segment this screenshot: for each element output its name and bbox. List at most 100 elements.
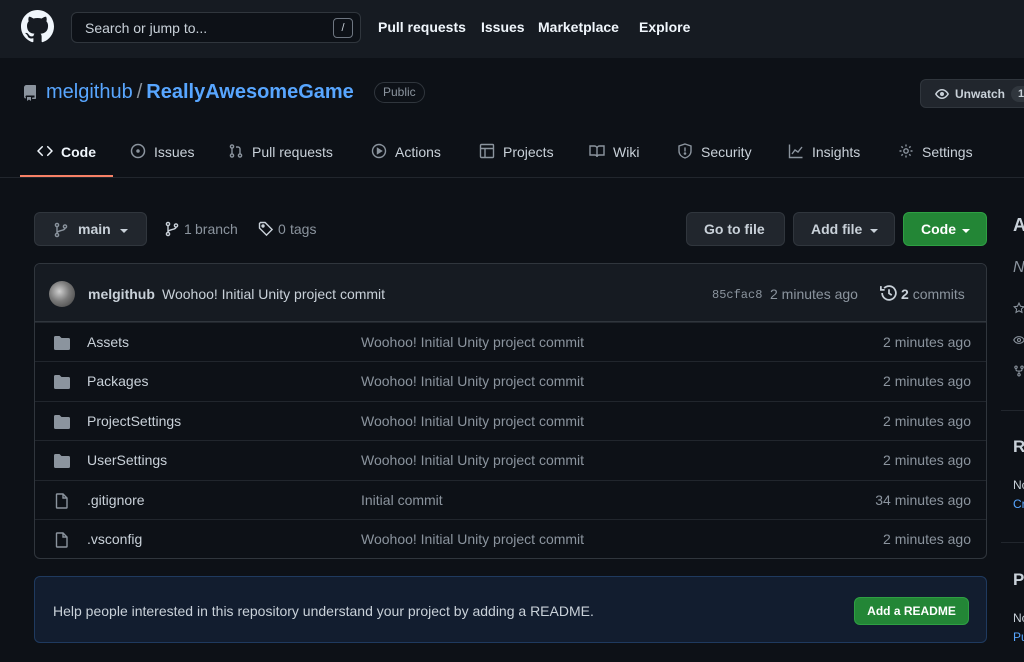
- add-readme-button[interactable]: Add a README: [854, 597, 969, 625]
- sidebar-divider: [1001, 542, 1024, 543]
- code-chevron-icon: [962, 229, 970, 233]
- tab-pull-requests-label: Pull requests: [252, 144, 333, 160]
- file-commit-time: 2 minutes ago: [883, 373, 971, 389]
- file-commit-time: 34 minutes ago: [875, 492, 971, 508]
- sidebar-divider: [1001, 410, 1024, 411]
- book-icon: [589, 145, 605, 158]
- repo-icon: [23, 85, 36, 101]
- search-shortcut-key: /: [333, 18, 353, 38]
- fork-icon: [1014, 365, 1024, 377]
- packages-heading: Pa: [1013, 570, 1024, 589]
- eye-icon: [935, 89, 949, 99]
- create-release-link[interactable]: Cr: [1013, 497, 1024, 511]
- file-name[interactable]: .vsconfig: [87, 531, 142, 547]
- tab-projects-label: Projects: [503, 144, 554, 160]
- commit-count: 2: [901, 286, 909, 302]
- latest-commit-bar: melgithub Woohoo! Initial Unity project …: [35, 264, 986, 322]
- repo-header: [0, 58, 1024, 178]
- file-commit-message[interactable]: Woohoo! Initial Unity project commit: [361, 531, 584, 547]
- tab-security-label: Security: [701, 144, 752, 160]
- tab-actions-label: Actions: [395, 144, 441, 160]
- branch-count: 1: [184, 221, 192, 237]
- file-name[interactable]: Packages: [87, 373, 148, 389]
- commit-author[interactable]: melgithub: [88, 286, 155, 302]
- play-icon: [371, 143, 387, 159]
- file-commit-time: 2 minutes ago: [883, 452, 971, 468]
- repo-title: melgithub / ReallyAwesomeGame: [46, 81, 354, 104]
- folder-icon: [54, 415, 70, 429]
- tab-settings-label: Settings: [922, 144, 973, 160]
- shield-icon: [678, 143, 692, 159]
- code-icon: [37, 145, 53, 157]
- code-button[interactable]: Code: [903, 212, 987, 246]
- file-name[interactable]: UserSettings: [87, 452, 167, 468]
- table-icon: [479, 143, 495, 159]
- nav-marketplace[interactable]: Marketplace: [538, 19, 619, 35]
- file-commit-message[interactable]: Woohoo! Initial Unity project commit: [361, 334, 584, 350]
- nav-pull-requests[interactable]: Pull requests: [378, 19, 466, 35]
- visibility-badge: Public: [374, 82, 425, 103]
- file-commit-message[interactable]: Woohoo! Initial Unity project commit: [361, 373, 584, 389]
- add-file-label: Add file: [811, 221, 863, 237]
- folder-icon: [54, 375, 70, 389]
- table-row[interactable]: .vsconfig Woohoo! Initial Unity project …: [35, 519, 986, 558]
- file-commit-time: 2 minutes ago: [883, 531, 971, 547]
- branch-count-icon: [165, 221, 179, 237]
- commit-message[interactable]: Woohoo! Initial Unity project commit: [162, 286, 385, 302]
- nav-explore[interactable]: Explore: [639, 19, 690, 35]
- tag-icon: [258, 221, 274, 237]
- graph-icon: [788, 144, 803, 159]
- packages-text: Nc: [1013, 611, 1024, 625]
- go-to-file-button[interactable]: Go to file: [686, 212, 785, 246]
- chevron-down-icon: [120, 229, 128, 233]
- issue-icon: [130, 143, 146, 159]
- table-row[interactable]: Packages Woohoo! Initial Unity project c…: [35, 361, 986, 400]
- history-icon[interactable]: [879, 283, 899, 303]
- go-to-file-label: Go to file: [704, 221, 765, 237]
- folder-icon: [54, 454, 70, 468]
- repo-name-link[interactable]: ReallyAwesomeGame: [146, 81, 354, 103]
- commits-link[interactable]: 2 commits: [901, 286, 965, 302]
- commit-time: 2 minutes ago: [770, 286, 858, 302]
- eye-icon: [1013, 336, 1024, 344]
- pull-request-icon: [229, 144, 243, 158]
- file-commit-message[interactable]: Initial commit: [361, 492, 443, 508]
- branch-word: branch: [195, 221, 238, 237]
- file-commit-message[interactable]: Woohoo! Initial Unity project commit: [361, 413, 584, 429]
- commit-word: commits: [912, 286, 965, 302]
- tab-insights-label: Insights: [812, 144, 861, 160]
- tab-code-label: Code: [61, 144, 96, 160]
- tab-issues-label: Issues: [154, 144, 195, 160]
- branch-selector-button[interactable]: main: [34, 212, 147, 246]
- table-row[interactable]: UserSettings Woohoo! Initial Unity proje…: [35, 440, 986, 479]
- github-logo-icon[interactable]: [21, 10, 54, 43]
- add-file-chevron-icon: [870, 229, 878, 233]
- tab-wiki-label: Wiki: [613, 144, 640, 160]
- file-name[interactable]: ProjectSettings: [87, 413, 181, 429]
- code-button-label: Code: [921, 221, 956, 237]
- file-name[interactable]: Assets: [87, 334, 129, 350]
- table-row[interactable]: .gitignore Initial commit 34 minutes ago: [35, 480, 986, 519]
- avatar[interactable]: [49, 281, 75, 307]
- file-commit-time: 2 minutes ago: [883, 334, 971, 350]
- file-icon: [55, 532, 68, 548]
- table-row[interactable]: Assets Woohoo! Initial Unity project com…: [35, 322, 986, 361]
- commit-sha[interactable]: 85cfac8: [712, 288, 762, 302]
- add-file-button[interactable]: Add file: [793, 212, 895, 246]
- gear-icon: [899, 144, 913, 158]
- file-name[interactable]: .gitignore: [87, 492, 145, 508]
- unwatch-button[interactable]: Unwatch 1: [920, 79, 1024, 108]
- file-commit-message[interactable]: Woohoo! Initial Unity project commit: [361, 452, 584, 468]
- file-icon: [55, 493, 68, 509]
- add-readme-banner: Help people interested in this repositor…: [34, 576, 987, 643]
- global-header: Search or jump to... / Pull requests Iss…: [0, 0, 1024, 58]
- nav-issues[interactable]: Issues: [481, 19, 525, 35]
- tag-count: 0: [278, 221, 286, 237]
- table-row[interactable]: ProjectSettings Woohoo! Initial Unity pr…: [35, 401, 986, 440]
- repo-owner-link[interactable]: melgithub: [46, 81, 133, 103]
- watch-count: 1: [1011, 86, 1024, 102]
- branch-name: main: [78, 221, 111, 237]
- publish-package-link[interactable]: Pu: [1013, 630, 1024, 644]
- branch-icon: [54, 222, 68, 238]
- search-input[interactable]: Search or jump to... /: [71, 12, 361, 43]
